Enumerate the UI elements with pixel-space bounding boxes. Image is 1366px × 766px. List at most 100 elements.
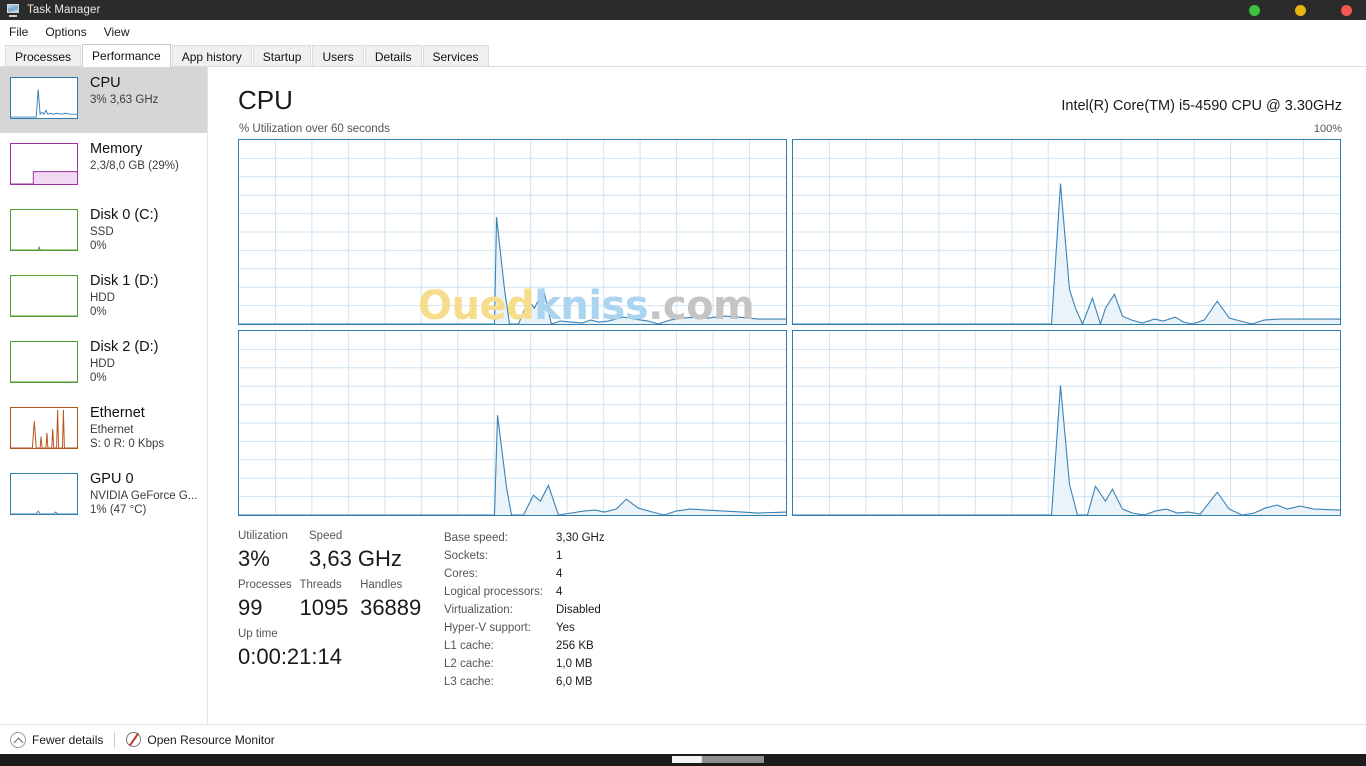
stat-uptime-label: Up time xyxy=(238,628,278,640)
stat-threads: Threads 1095 xyxy=(299,578,360,622)
cpu-graph-3[interactable] xyxy=(792,330,1341,516)
stat-processes: Processes 99 xyxy=(238,578,299,622)
sidebar-sub-disk-2-a: HDD xyxy=(90,358,115,370)
cpu-graph-0[interactable] xyxy=(238,139,787,325)
cpu-stats-left: Utilization 3% Speed 3,63 GHz Processes … xyxy=(238,529,438,691)
sidebar-sub-disk-0-b: 0% xyxy=(90,240,107,252)
close-button[interactable] xyxy=(1341,4,1352,16)
sidebar-item-disk-1[interactable]: Disk 1 (D:) HDD 0% xyxy=(0,265,207,331)
stat-speed: Speed 3,63 GHz xyxy=(309,529,429,573)
stat-hyperv-value: Yes xyxy=(556,622,575,634)
stat-handles-value: 36889 xyxy=(360,595,422,620)
disk-2-thumbnail-graph xyxy=(10,341,78,383)
sidebar-item-gpu-0[interactable]: GPU 0 NVIDIA GeForce G... 1% (47 °C) xyxy=(0,463,207,529)
chevron-up-icon xyxy=(10,731,26,748)
graph-max-label: 100% xyxy=(1313,123,1342,135)
stat-l2-cache-key: L2 cache: xyxy=(444,658,494,670)
stat-handles: Handles 36889 xyxy=(360,578,438,622)
resource-monitor-icon xyxy=(126,732,142,747)
panel-header: CPU Intel(R) Core(TM) i5-4590 CPU @ 3.30… xyxy=(209,67,1366,123)
stat-sockets-key: Sockets: xyxy=(444,550,489,562)
stat-cores-value: 4 xyxy=(556,568,563,580)
sidebar-label-gpu-0: GPU 0 xyxy=(90,471,134,487)
tab-startup[interactable]: Startup xyxy=(252,45,312,67)
sidebar-label-disk-1: Disk 1 (D:) xyxy=(90,273,159,289)
minimize-button[interactable] xyxy=(1249,4,1260,16)
sidebar-sub-disk-0-a: SSD xyxy=(90,226,114,238)
sidebar-sub-ethernet-a: Ethernet xyxy=(90,424,134,436)
sidebar-sub-ethernet-b: S: 0 R: 0 Kbps xyxy=(90,438,165,450)
stat-hyperv-key: Hyper-V support: xyxy=(444,622,531,634)
sidebar-label-cpu: CPU xyxy=(90,75,121,91)
tab-users[interactable]: Users xyxy=(312,45,364,67)
cpu-graph-1[interactable] xyxy=(792,139,1341,325)
tab-details[interactable]: Details xyxy=(364,45,422,67)
sidebar-label-memory: Memory xyxy=(90,141,143,157)
sidebar-sub-disk-1-a: HDD xyxy=(90,292,115,304)
sidebar-label-ethernet: Ethernet xyxy=(90,405,145,421)
stat-speed-label: Speed xyxy=(309,530,343,542)
resource-sidebar[interactable]: CPU 3% 3,63 GHz Memory 2,3/8,0 GB (29%) xyxy=(0,67,208,724)
fewer-details-label: Fewer details xyxy=(32,732,104,747)
tab-processes[interactable]: Processes xyxy=(5,45,82,67)
tab-services[interactable]: Services xyxy=(422,45,489,67)
sidebar-label-disk-0: Disk 0 (C:) xyxy=(90,207,159,223)
status-divider xyxy=(114,731,116,748)
stat-threads-value: 1095 xyxy=(299,595,349,620)
sidebar-item-cpu[interactable]: CPU 3% 3,63 GHz xyxy=(0,67,207,133)
window-controls xyxy=(1249,0,1352,20)
open-resource-monitor-button[interactable]: Open Resource Monitor xyxy=(126,732,275,747)
stat-utilization: Utilization 3% xyxy=(238,529,309,573)
cpu-graph-2[interactable] xyxy=(238,330,787,516)
stat-threads-label: Threads xyxy=(299,579,342,591)
gpu-0-thumbnail-graph xyxy=(10,473,78,515)
cpu-thumbnail-graph xyxy=(10,77,78,119)
sidebar-item-disk-0[interactable]: Disk 0 (C:) SSD 0% xyxy=(0,199,207,265)
stat-speed-value: 3,63 GHz xyxy=(309,546,402,571)
stat-uptime-value: 0:00:21:14 xyxy=(238,644,342,669)
cpu-stats-right: Base speed: 3,30 GHz Sockets: 1 Cores: 4… xyxy=(444,529,605,691)
stat-handles-label: Handles xyxy=(360,579,403,591)
stat-uptime: Up time 0:00:21:14 xyxy=(238,627,342,671)
taskbar-scrollbar[interactable] xyxy=(672,756,764,763)
stat-base-speed-key: Base speed: xyxy=(444,532,508,544)
fewer-details-button[interactable]: Fewer details xyxy=(10,731,104,748)
tab-app-history[interactable]: App history xyxy=(171,45,252,67)
stat-l3-cache-value: 6,0 MB xyxy=(556,676,593,688)
menu-view[interactable]: View xyxy=(104,23,139,41)
task-manager-window: Task Manager File Options View Processes… xyxy=(0,0,1366,766)
memory-thumbnail-graph xyxy=(10,143,78,185)
status-bar: Fewer details Open Resource Monitor xyxy=(0,724,1366,754)
sidebar-sub-cpu: 3% 3,63 GHz xyxy=(90,94,159,106)
sidebar-sub-disk-2-b: 0% xyxy=(90,372,107,384)
sidebar-sub-disk-1-b: 0% xyxy=(90,306,107,318)
stat-processes-value: 99 xyxy=(238,595,263,620)
disk-1-thumbnail-graph xyxy=(10,275,78,317)
cpu-stats: Utilization 3% Speed 3,63 GHz Processes … xyxy=(238,529,1338,691)
menu-bar: File Options View xyxy=(0,20,1366,44)
cpu-model-name: Intel(R) Core(TM) i5-4590 CPU @ 3.30GHz xyxy=(1061,98,1342,114)
title-bar: Task Manager xyxy=(0,0,1366,20)
sidebar-item-disk-2[interactable]: Disk 2 (D:) HDD 0% xyxy=(0,331,207,397)
tab-performance[interactable]: Performance xyxy=(82,44,171,67)
stat-utilization-value: 3% xyxy=(238,546,270,571)
logical-processor-graphs[interactable] xyxy=(238,139,1341,516)
open-resource-monitor-label: Open Resource Monitor xyxy=(147,732,275,747)
stats-row-1: Utilization 3% Speed 3,63 GHz xyxy=(238,529,438,573)
stat-virtualization-value: Disabled xyxy=(556,604,601,616)
maximize-button[interactable] xyxy=(1295,4,1306,16)
ethernet-thumbnail-graph xyxy=(10,407,78,449)
stat-sockets-value: 1 xyxy=(556,550,563,562)
sidebar-label-disk-2: Disk 2 (D:) xyxy=(90,339,159,355)
stat-l2-cache-value: 1,0 MB xyxy=(556,658,593,670)
stat-l1-cache-value: 256 KB xyxy=(556,640,594,652)
stat-logical-processors-value: 4 xyxy=(556,586,563,598)
menu-file[interactable]: File xyxy=(9,23,37,41)
sidebar-sub-gpu-0-a: NVIDIA GeForce G... xyxy=(90,490,198,502)
stat-logical-processors-key: Logical processors: xyxy=(444,586,544,598)
stats-row-3: Up time 0:00:21:14 xyxy=(238,627,438,671)
stats-row-2: Processes 99 Threads 1095 Handles 36889 xyxy=(238,578,438,622)
menu-options[interactable]: Options xyxy=(45,23,95,41)
sidebar-item-ethernet[interactable]: Ethernet Ethernet S: 0 R: 0 Kbps xyxy=(0,397,207,463)
sidebar-item-memory[interactable]: Memory 2,3/8,0 GB (29%) xyxy=(0,133,207,199)
